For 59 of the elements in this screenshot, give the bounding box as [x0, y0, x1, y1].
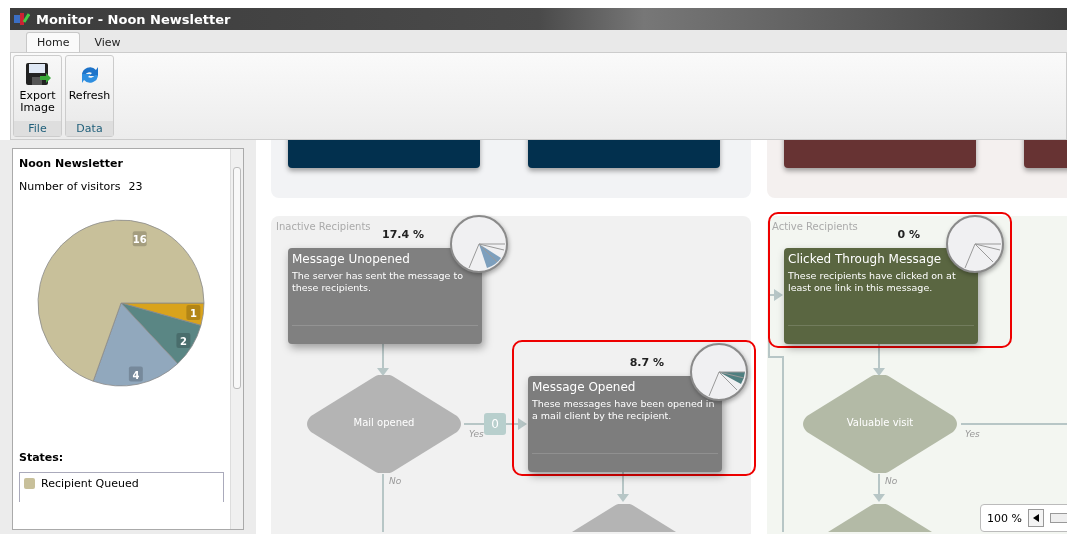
data-label: 4 — [132, 369, 140, 381]
edge-label: Yes — [965, 429, 980, 439]
connector-arrow — [873, 473, 885, 502]
visitors-label: Number of visitors — [19, 180, 121, 193]
decision-label: Valuable visit — [845, 417, 915, 428]
state-label: Recipient Queued — [41, 477, 139, 490]
ribbon-button[interactable]: Refresh — [66, 56, 113, 121]
pie-value-label: 2 — [176, 332, 191, 348]
data-label: 2 — [179, 335, 187, 347]
scrollbar[interactable] — [230, 149, 243, 529]
connector-arrow — [463, 418, 527, 430]
connector-arrow — [377, 343, 389, 376]
horizontal-scrollbar[interactable] — [1050, 513, 1067, 523]
lane-title: Inactive Recipients — [276, 221, 371, 232]
connector-arrow — [617, 471, 629, 502]
node-title: Message Opened — [532, 380, 637, 394]
connector-line — [382, 473, 384, 532]
state-node[interactable] — [288, 140, 480, 168]
states-label: States: — [19, 451, 65, 464]
edge-label: No — [885, 476, 898, 486]
percent-label: 0 % — [896, 228, 920, 241]
sidebar-title: Noon Newsletter — [19, 157, 124, 170]
zoom-level: 100 % — [987, 511, 1022, 525]
node-title: Message Unopened — [292, 252, 411, 266]
pie-value-label: 1 — [186, 304, 201, 320]
edge-label: Yes — [469, 429, 484, 439]
counter-badge: 0 — [484, 413, 506, 435]
connector-arrow — [873, 343, 885, 376]
lane-title: Active Recipients — [772, 221, 858, 232]
node-title: Clicked Through Message — [788, 252, 943, 266]
percent-label: 8.7 % — [628, 356, 664, 369]
node-description: These recipients have clicked on at least one link in this message. — [788, 270, 957, 294]
state-node[interactable]: Clicked Through Message These recipients have clicked on at least one link in this message. — [784, 248, 978, 344]
percent-label: 17.4 % — [381, 228, 424, 241]
data-label: 1 — [189, 307, 197, 319]
decision-label: Mail opened — [352, 417, 416, 428]
group-label: Data — [66, 121, 113, 136]
edge-label: No — [389, 476, 402, 486]
state-node[interactable]: Message Unopened The server has sent the message to these recipients. — [288, 248, 482, 344]
node-description: These messages have been opened in a mail client by the recipient. — [532, 398, 716, 422]
mini-pie-drawing — [945, 214, 1005, 274]
node-description: The server has sent the message to these recipients. — [292, 270, 464, 294]
window-title: Monitor - Noon Newsletter — [36, 11, 231, 27]
ribbon-button[interactable]: Export Image — [14, 56, 61, 121]
state-node[interactable]: Message Opened These messages have been opened in a mail client by the recipient. — [528, 376, 722, 472]
pie-value-label: 16 — [132, 231, 147, 247]
visitors-count: 23 — [128, 180, 143, 193]
state-node[interactable] — [528, 140, 720, 168]
group-label: File — [14, 121, 61, 136]
mini-pie-drawing — [449, 214, 509, 274]
ribbon-tab[interactable]: View — [84, 33, 131, 52]
pie-value-label: 4 — [128, 366, 143, 382]
mini-pie-drawing — [689, 342, 749, 402]
ribbon-tab[interactable]: Home — [26, 32, 81, 52]
app-icon — [14, 12, 30, 26]
caret-icon — [1033, 514, 1039, 522]
state-node[interactable] — [784, 140, 976, 168]
zoom-control[interactable]: 100 % — [980, 504, 1067, 532]
zoom-out-button[interactable] — [1028, 509, 1044, 527]
